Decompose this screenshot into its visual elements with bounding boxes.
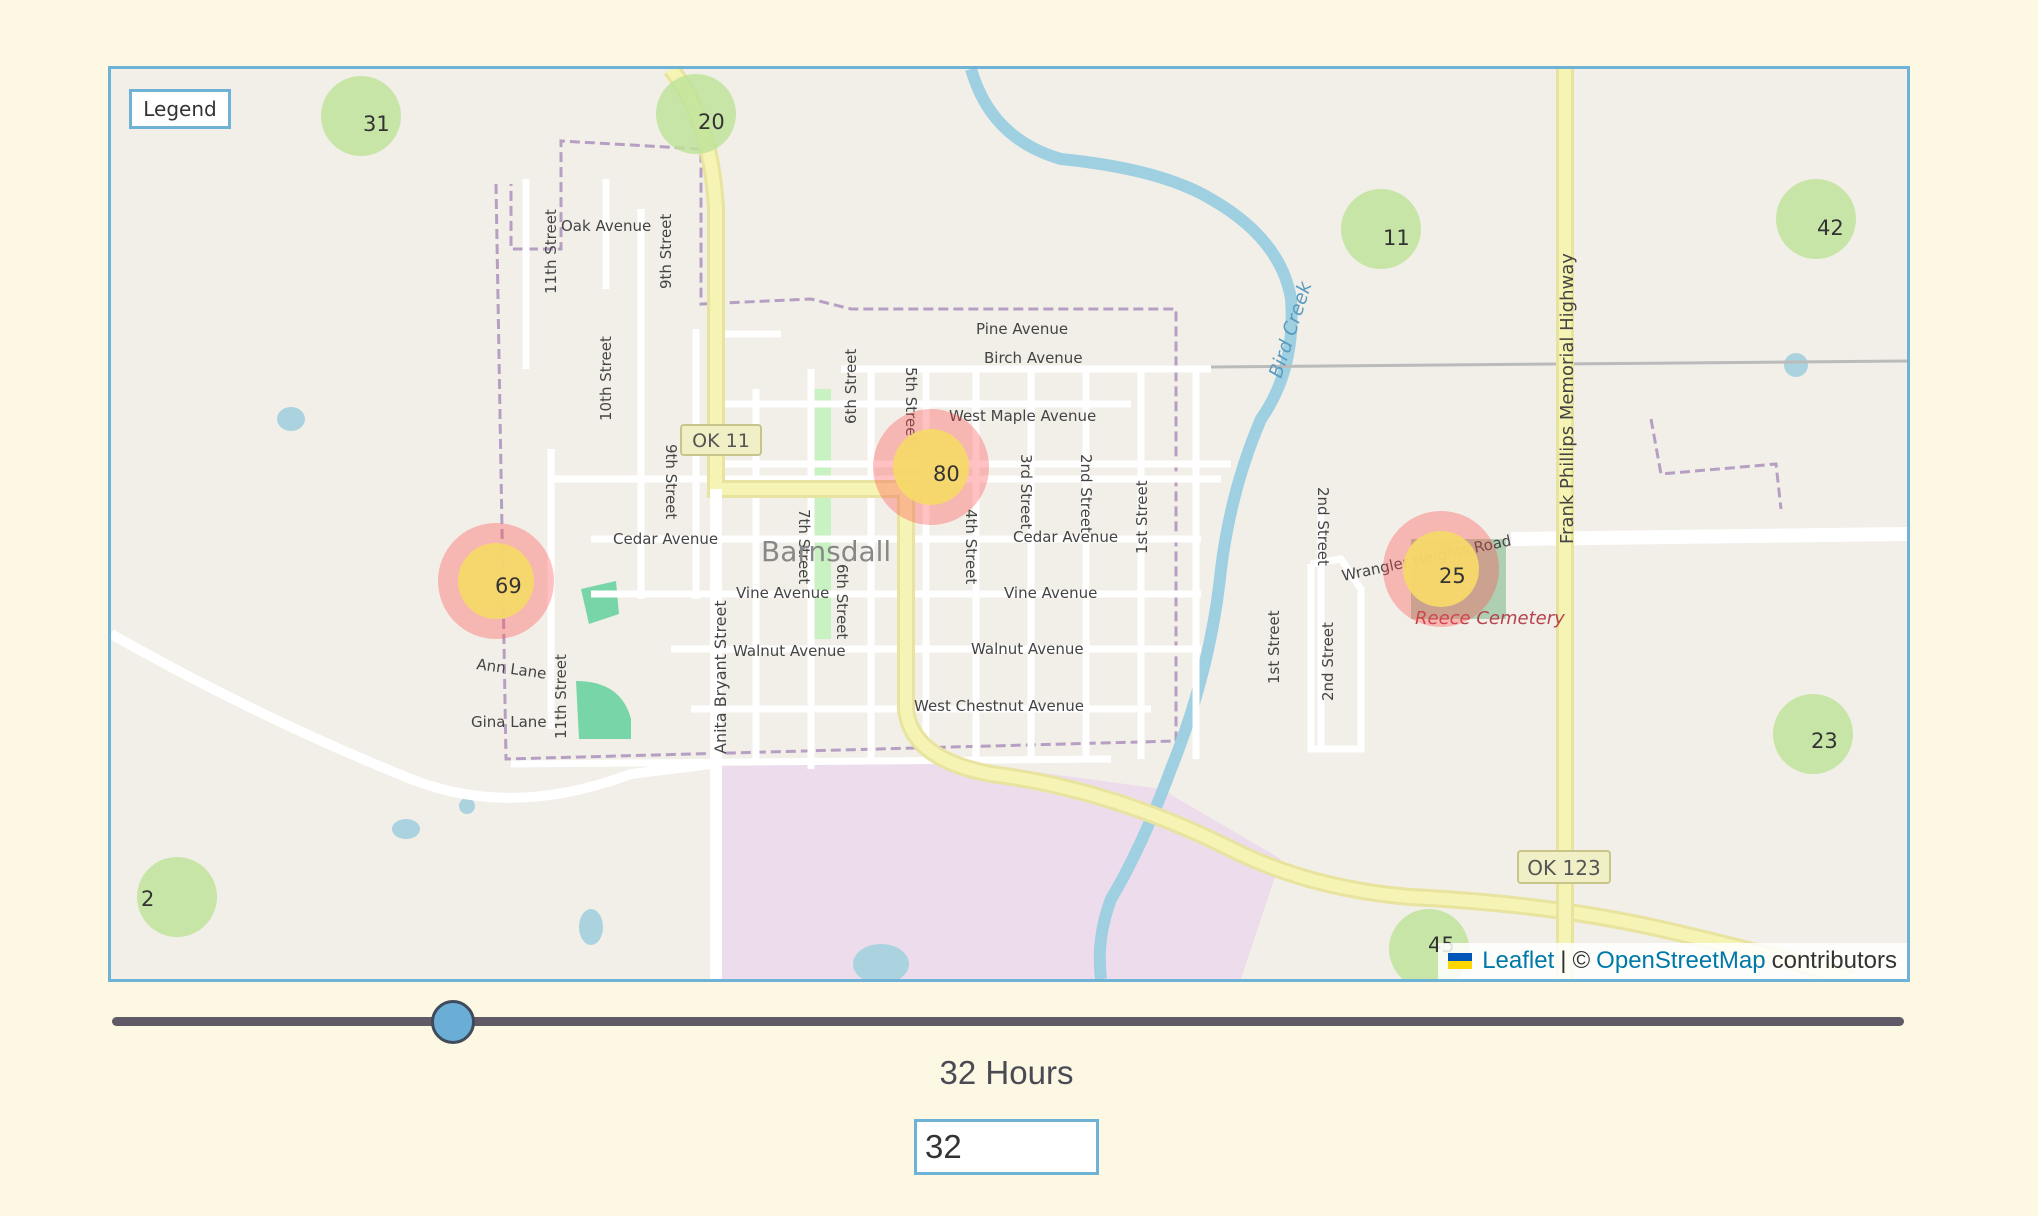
- shield-ok123: OK 123: [1517, 850, 1611, 884]
- count-label: 42: [1817, 216, 1844, 240]
- count-label: 20: [698, 110, 725, 134]
- street-label: Vine Avenue: [736, 584, 829, 602]
- count-label: 69: [495, 574, 522, 598]
- industrial-area: [719, 759, 1281, 979]
- street-label: Ann Lane: [475, 655, 547, 683]
- time-slider[interactable]: [112, 1000, 1904, 1044]
- street-label: Pine Avenue: [976, 320, 1068, 338]
- street-label: Oak Avenue: [561, 217, 651, 235]
- park-1: [581, 581, 619, 624]
- street-label: Gina Lane: [471, 713, 547, 731]
- street-label: 6th Street: [833, 564, 851, 639]
- count-label: 25: [1439, 564, 1466, 588]
- legend-button[interactable]: Legend: [129, 89, 231, 129]
- pond: [1784, 353, 1808, 377]
- park-2: [576, 681, 631, 739]
- shield-ok123-text: OK 123: [1527, 856, 1600, 880]
- street-label: 11th Street: [542, 209, 560, 294]
- count-label: 31: [363, 112, 390, 136]
- count-label: 2: [141, 887, 154, 911]
- shield-ok11: OK 11: [680, 424, 762, 456]
- street-label: Walnut Avenue: [971, 640, 1084, 658]
- map-container[interactable]: OK 11 OK 123 Oak Avenue 11th Street 9th …: [108, 66, 1910, 982]
- hours-input[interactable]: [914, 1119, 1099, 1175]
- osm-link[interactable]: OpenStreetMap: [1596, 947, 1765, 975]
- count-label: 11: [1383, 226, 1410, 250]
- slider-thumb[interactable]: [431, 1000, 476, 1044]
- street-label: 2nd Street: [1314, 487, 1332, 566]
- street-label: Vine Avenue: [1004, 584, 1097, 602]
- street-label: 6th Street: [842, 349, 860, 424]
- street-label: 11th Street: [552, 654, 570, 739]
- street-label: Walnut Avenue: [733, 642, 846, 660]
- attribution-suffix: contributors: [1771, 947, 1897, 974]
- pond: [277, 407, 305, 431]
- leaflet-link[interactable]: Leaflet: [1482, 947, 1554, 975]
- slider-track[interactable]: [112, 1017, 1904, 1026]
- pond: [579, 909, 603, 945]
- street-label: 9th Street: [657, 214, 675, 289]
- street-label: 10th Street: [597, 336, 615, 421]
- street-label: 3rd Street: [1017, 454, 1035, 529]
- attribution-separator: |: [1560, 947, 1567, 974]
- street-label: 1st Street: [1265, 610, 1283, 684]
- street-label: Frank Phillips Memorial Highway: [1557, 253, 1578, 544]
- street-label: 1st Street: [1133, 480, 1151, 554]
- street-label: Cedar Avenue: [1013, 528, 1118, 546]
- pond: [459, 798, 475, 814]
- street-label: 9th Street: [662, 444, 680, 519]
- town-label: Barnsdall: [761, 535, 891, 568]
- map-attribution: Leaflet | © OpenStreetMap contributors: [1438, 943, 1907, 979]
- street-label: Cedar Avenue: [613, 530, 718, 548]
- count-marker[interactable]: [1776, 179, 1856, 259]
- map-tiles[interactable]: OK 11 OK 123 Oak Avenue 11th Street 9th …: [111, 69, 1907, 979]
- street-label: Birch Avenue: [984, 349, 1083, 367]
- hours-label: 32 Hours: [939, 1054, 1074, 1091]
- ukraine-flag-icon: [1448, 953, 1473, 969]
- street-label: West Maple Avenue: [949, 407, 1096, 425]
- street-label: Anita Bryant Street: [711, 600, 730, 754]
- boundary-east: [1649, 418, 1783, 510]
- count-label: 23: [1811, 729, 1838, 753]
- street-label: 2nd Street: [1319, 622, 1337, 701]
- street-label: West Chestnut Avenue: [914, 697, 1084, 715]
- street-label: 4th Street: [962, 509, 980, 584]
- street-label: 2nd Street: [1077, 454, 1095, 533]
- shield-ok11-text: OK 11: [692, 430, 750, 452]
- pond: [392, 819, 420, 839]
- attribution-copyright: ©: [1572, 947, 1591, 974]
- count-label: 80: [933, 462, 960, 486]
